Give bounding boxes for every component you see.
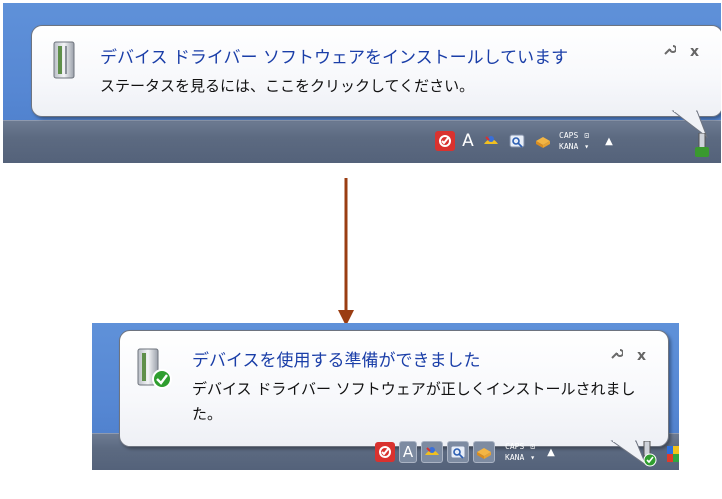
restore-icon: ⊡ (530, 442, 536, 451)
chevron-down-icon: ▾ (530, 453, 536, 462)
notification-balloon[interactable] (31, 25, 721, 117)
ime-dictionary-icon[interactable] (507, 131, 527, 151)
balloon-controls: x (663, 43, 699, 60)
system-tray: A CAPS ⊡ KANA ▾ ▲ (375, 441, 555, 463)
device-ready-icon (137, 348, 172, 389)
wrench-icon[interactable] (610, 347, 624, 364)
balloon-message[interactable]: ステータスを見るには、ここをクリックしてください。 (100, 74, 474, 99)
antivirus-icon[interactable] (375, 442, 395, 462)
ime-mode-icon[interactable]: A (399, 441, 417, 463)
close-button[interactable]: x (637, 348, 646, 364)
ime-tools-icon[interactable] (473, 441, 495, 463)
balloon-message[interactable]: デバイス ドライバー ソフトウェアが正しくインストールされました。 (192, 377, 652, 427)
transition-arrow (338, 178, 354, 326)
show-hidden-icons-button[interactable]: ▲ (605, 136, 613, 147)
balloon-title[interactable]: デバイス ドライバー ソフトウェアをインストールしています (100, 43, 568, 68)
system-tray: A CAPS ⊡ KANA ▾ ▲ (435, 130, 613, 152)
caps-label: CAPS (505, 442, 525, 451)
restore-icon: ⊡ (584, 131, 590, 140)
ime-pad-icon[interactable] (421, 441, 443, 463)
device-icon (53, 41, 75, 79)
ime-pad-icon[interactable] (481, 131, 501, 151)
bottom-screenshot: デバイスを使用する準備ができました デバイス ドライバー ソフトウェアが正しくイ… (92, 323, 679, 470)
ime-status[interactable]: CAPS ⊡ KANA ▾ (505, 441, 535, 463)
show-hidden-icons-button[interactable]: ▲ (547, 447, 555, 458)
app-tray-icon[interactable] (666, 445, 679, 465)
caps-label: CAPS (559, 131, 579, 140)
taskbar (3, 120, 721, 163)
ime-letter: A (402, 443, 414, 461)
ime-dictionary-icon[interactable] (447, 441, 469, 463)
close-button[interactable]: x (690, 44, 699, 60)
balloon-title[interactable]: デバイスを使用する準備ができました (192, 346, 481, 371)
device-install-tray-icon[interactable] (693, 133, 711, 159)
kana-label: KANA (505, 453, 525, 462)
ime-letter: A (462, 131, 474, 151)
kana-label: KANA (559, 142, 579, 151)
device-ready-tray-icon[interactable] (639, 441, 661, 467)
top-screenshot: デバイス ドライバー ソフトウェアをインストールしています ステータスを見るには… (3, 3, 721, 163)
ime-mode-icon[interactable]: A (461, 131, 475, 151)
chevron-down-icon: ▾ (584, 142, 590, 151)
balloon-controls: x (610, 347, 646, 364)
wrench-icon[interactable] (663, 43, 677, 60)
antivirus-icon[interactable] (435, 131, 455, 151)
ime-tools-icon[interactable] (533, 131, 553, 151)
ime-status[interactable]: CAPS ⊡ KANA ▾ (559, 130, 589, 152)
